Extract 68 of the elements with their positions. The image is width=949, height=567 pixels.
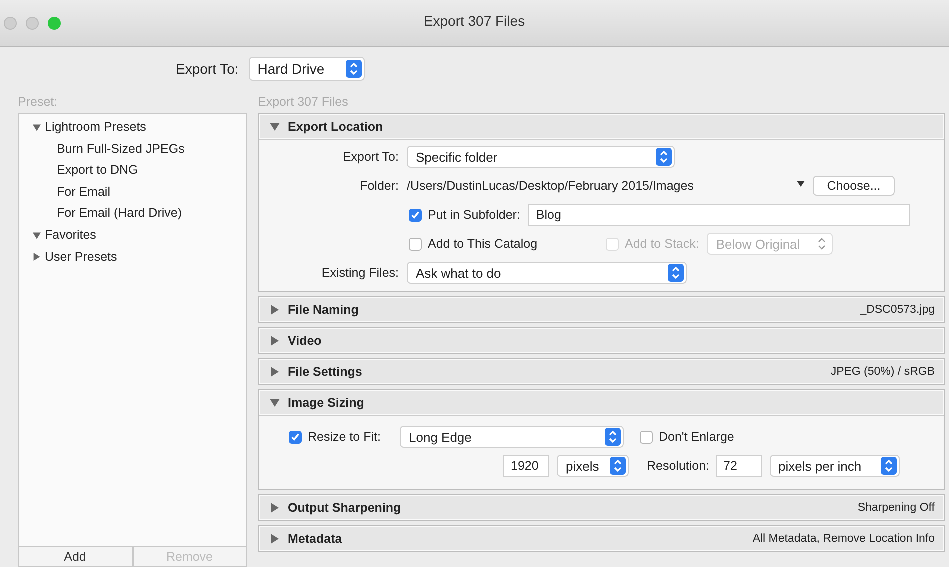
section-summary: Sharpening Off <box>858 502 935 514</box>
disclosure-triangle-icon <box>270 502 280 512</box>
field-label: Export To: <box>342 150 399 164</box>
files-label: Export 307 Files <box>258 95 348 109</box>
preset-label: Preset: <box>17 95 59 109</box>
export-to-label: Export To: <box>176 61 239 77</box>
section-header[interactable]: Video <box>259 328 944 353</box>
existing-files-select[interactable]: Ask what to do <box>407 262 687 284</box>
preset-folder[interactable]: Lightroom Presets <box>33 117 246 139</box>
section-header[interactable]: Export Location <box>259 114 944 139</box>
disclosure-triangle-icon <box>270 304 280 314</box>
resize-select[interactable]: Long Edge <box>400 426 624 448</box>
stepper-icon <box>346 60 362 78</box>
preset-item[interactable]: For Email <box>33 182 246 204</box>
checkbox-label: Resize to Fit: <box>308 430 382 444</box>
section-header[interactable]: File Settings JPEG (50%) / sRGB <box>259 359 944 384</box>
preset-item[interactable]: Export to DNG <box>33 160 246 182</box>
preset-item[interactable]: Burn Full-Sized JPEGs <box>33 138 246 160</box>
disclosure-triangle-icon <box>270 366 280 376</box>
export-to-select[interactable]: Specific folder <box>407 146 675 168</box>
subfolder-field[interactable]: Blog <box>528 204 910 226</box>
caret-icon[interactable] <box>797 181 805 187</box>
checkbox-label: Put in Subfolder: <box>428 208 520 222</box>
unit-select[interactable]: pixels <box>557 455 629 477</box>
checkbox[interactable] <box>640 430 653 444</box>
minimize-button[interactable] <box>26 17 39 30</box>
checkbox-label: Don't Enlarge <box>659 430 734 444</box>
stepper-icon <box>656 148 672 166</box>
checkbox-label: Add to Stack: <box>625 237 700 251</box>
disclosure-triangle-icon <box>270 534 280 544</box>
export-to-select[interactable]: Hard Drive <box>248 57 365 81</box>
stepper-icon <box>668 264 684 282</box>
field-label: Resolution: <box>647 459 710 473</box>
section-summary: JPEG (50%) / sRGB <box>830 366 935 378</box>
section-summary: _DSC0573.jpg <box>860 304 935 316</box>
window-title: Export 307 Files <box>424 13 526 29</box>
section-summary: All Metadata, Remove Location Info <box>752 532 935 544</box>
stepper-icon <box>818 238 826 250</box>
disclosure-triangle-icon <box>270 122 280 132</box>
disclosure-triangle-icon <box>33 232 41 240</box>
section-header[interactable]: File Naming _DSC0573.jpg <box>259 297 944 322</box>
stepper-icon <box>610 457 626 475</box>
section-header[interactable]: Output Sharpening Sharpening Off <box>259 495 944 520</box>
checkbox[interactable] <box>289 430 302 444</box>
close-button[interactable] <box>4 17 17 30</box>
checkbox[interactable] <box>409 208 422 222</box>
preset-folder[interactable]: User Presets <box>33 246 246 268</box>
size-field[interactable]: 1920 <box>503 455 549 477</box>
choose-button[interactable]: Choose... <box>813 176 895 196</box>
folder-path: /Users/DustinLucas/Desktop/February 2015/Images <box>407 179 695 193</box>
section-header[interactable]: Metadata All Metadata, Remove Location Info <box>259 526 944 551</box>
disclosure-triangle-icon <box>270 398 280 408</box>
checkbox[interactable] <box>409 238 422 250</box>
disclosure-triangle-icon <box>270 336 280 346</box>
field-label: Existing Files: <box>320 266 399 280</box>
disclosure-triangle-icon <box>33 253 41 262</box>
stepper-icon <box>605 428 621 446</box>
preset-item[interactable]: For Email (Hard Drive) <box>33 203 246 225</box>
resolution-field[interactable]: 72 <box>716 455 762 477</box>
section-header[interactable]: Image Sizing <box>259 390 944 415</box>
resolution-unit-select[interactable]: pixels per inch <box>770 455 900 477</box>
zoom-button[interactable] <box>48 17 61 30</box>
disclosure-triangle-icon <box>33 124 41 132</box>
preset-folder[interactable]: Favorites <box>33 224 246 247</box>
stepper-icon <box>880 457 897 475</box>
checkbox-label: Add to This Catalog <box>428 237 539 251</box>
field-label: Folder: <box>359 179 399 193</box>
preset-button[interactable]: Add <box>18 547 132 567</box>
